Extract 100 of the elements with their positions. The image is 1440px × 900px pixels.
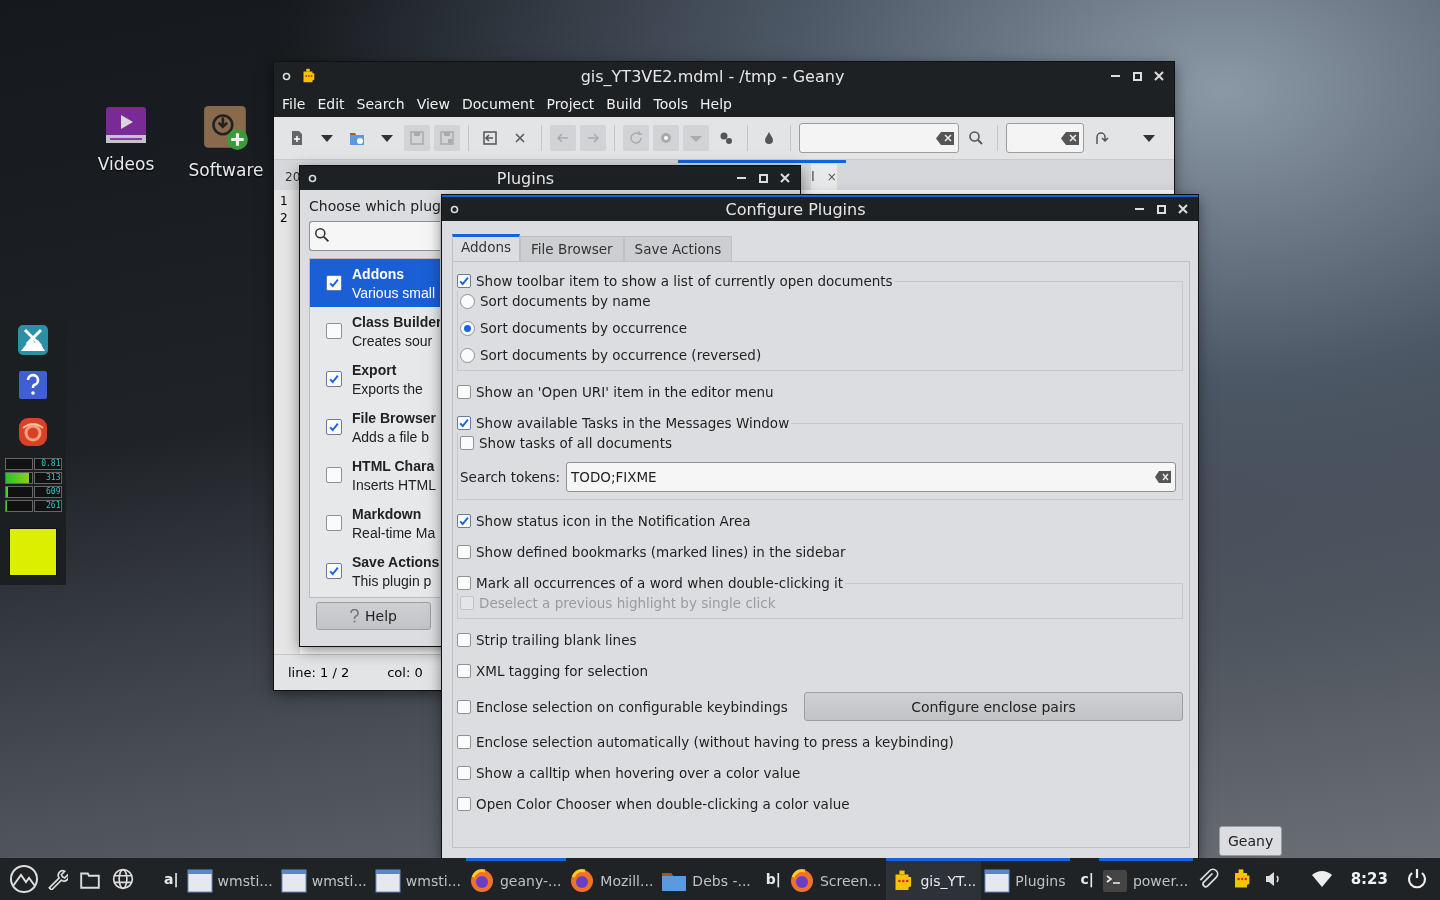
radio-button[interactable]: [460, 320, 475, 336]
plugin-row[interactable]: File Browser Adds a file b: [310, 403, 440, 451]
menu-item[interactable]: Project: [540, 95, 601, 112]
option-label[interactable]: XML tagging for selection: [476, 663, 649, 679]
document-tab[interactable]: l ×: [811, 164, 837, 190]
help-button[interactable]: Help: [316, 602, 431, 630]
clear-icon[interactable]: [936, 131, 954, 145]
taskbar-button[interactable]: Screen...: [785, 858, 887, 900]
configure-button[interactable]: Configure enclose pairs: [804, 692, 1183, 721]
option-label[interactable]: Sort documents by occurrence (reversed): [480, 347, 762, 363]
plugin-row[interactable]: Export Exports the: [310, 355, 440, 403]
menu-item[interactable]: Build: [600, 95, 648, 112]
caret-icon[interactable]: [381, 134, 393, 142]
menu-item[interactable]: Edit: [311, 95, 351, 112]
wifi-icon[interactable]: [1310, 869, 1333, 889]
taskbar-button[interactable]: wmsti...: [277, 858, 372, 900]
checkbox[interactable]: [326, 371, 342, 387]
taskbar-button[interactable]: wmsti...: [371, 858, 466, 900]
option-label[interactable]: Show a calltip when hovering over a color value: [476, 765, 801, 781]
video-player-icon[interactable]: [104, 104, 148, 146]
maximize-icon[interactable]: [1130, 69, 1144, 83]
menu-item[interactable]: Document: [455, 95, 541, 112]
taskbar-button[interactable]: power...: [1098, 858, 1194, 900]
window-menu-icon[interactable]: [282, 71, 291, 81]
checkbox[interactable]: [326, 419, 342, 435]
menu-item[interactable]: View: [410, 95, 456, 112]
revert-icon[interactable]: [482, 130, 498, 146]
option-label[interactable]: Sort documents by name: [480, 293, 651, 309]
close-icon[interactable]: [1176, 202, 1190, 216]
menu-item[interactable]: Tools: [647, 95, 694, 112]
checkbox[interactable]: [326, 515, 342, 531]
checkbox[interactable]: [326, 323, 342, 339]
taskbar-button[interactable]: Debs -...: [658, 858, 756, 900]
checkbox[interactable]: [326, 563, 342, 579]
option-label[interactable]: Mark all occurrences of a word when double-clicking it: [476, 575, 844, 591]
option-label[interactable]: Open Color Chooser when double-clicking a color value: [476, 796, 850, 812]
checkbox[interactable]: [457, 699, 471, 714]
taskbar-button[interactable]: gis_YT...: [886, 858, 982, 900]
checkbox[interactable]: [457, 416, 471, 430]
option-label[interactable]: Show status icon in the Notification Area: [476, 513, 751, 529]
close-icon[interactable]: [1152, 69, 1166, 83]
plugin-row[interactable]: HTML Chara Inserts HTML: [310, 451, 440, 499]
window-menu-icon[interactable]: [308, 173, 317, 183]
checkbox[interactable]: [457, 274, 471, 288]
desktop-icon-label[interactable]: Software: [188, 160, 264, 180]
checkbox[interactable]: [457, 664, 471, 678]
search-field[interactable]: [799, 123, 959, 153]
option-label[interactable]: Show an 'Open URI' item in the editor menu: [476, 384, 774, 400]
menu-item[interactable]: Search: [350, 95, 411, 112]
tab[interactable]: Addons: [452, 234, 520, 261]
checkbox[interactable]: [457, 385, 471, 399]
option-label[interactable]: Enclose selection on configurable keybindings: [476, 698, 788, 715]
sticky-note[interactable]: [9, 528, 57, 576]
search-icon[interactable]: [968, 130, 984, 146]
plugin-row[interactable]: Markdown Real-time Ma: [310, 499, 440, 547]
radio-button[interactable]: [460, 347, 475, 363]
option-label[interactable]: Show defined bookmarks (marked lines) in the sidebar: [476, 544, 846, 560]
checkbox[interactable]: [457, 545, 471, 559]
maximize-icon[interactable]: [1154, 202, 1168, 216]
option-label[interactable]: Show tasks of all documents: [479, 435, 672, 451]
workspace-label[interactable]: b|: [755, 871, 786, 887]
menu-item[interactable]: File: [276, 95, 312, 112]
checkbox[interactable]: [326, 467, 342, 483]
download-package-icon[interactable]: [202, 104, 250, 152]
checkbox[interactable]: [457, 735, 471, 749]
checkbox[interactable]: [460, 436, 474, 450]
clear-icon[interactable]: [1061, 131, 1079, 145]
menu-item[interactable]: Help: [694, 95, 738, 112]
checkbox[interactable]: [457, 514, 471, 528]
plugin-row[interactable]: Addons Various small: [310, 259, 440, 307]
taskbar-button[interactable]: wmsti...: [183, 858, 278, 900]
option-label[interactable]: Show available Tasks in the Messages Window: [476, 415, 790, 431]
checkbox[interactable]: [457, 576, 471, 590]
search-field[interactable]: [309, 221, 440, 251]
caret-icon[interactable]: [1143, 134, 1155, 142]
option-label[interactable]: Show toolbar item to show a list of currently open documents: [476, 273, 893, 289]
jump-icon[interactable]: [1093, 130, 1109, 146]
option-label[interactable]: Enclose selection automatically (without having to press a keybinding): [476, 734, 954, 750]
taskbar-button[interactable]: geany-...: [465, 858, 567, 900]
line-number-field[interactable]: [1006, 123, 1084, 153]
wrench-icon[interactable]: [46, 868, 68, 890]
checkbox[interactable]: [457, 633, 471, 647]
caret-icon[interactable]: [321, 134, 333, 142]
new-file-icon[interactable]: [289, 130, 305, 146]
taskbar-button[interactable]: Plugins: [981, 858, 1071, 900]
option-label[interactable]: Strip trailing blank lines: [476, 632, 637, 648]
tokens-field[interactable]: TODO;FIXME: [566, 462, 1176, 492]
help-icon[interactable]: [17, 370, 49, 402]
power-icon[interactable]: [1406, 868, 1428, 890]
checkbox[interactable]: [326, 275, 342, 291]
taskbar-button[interactable]: Mozill...: [566, 858, 659, 900]
tools-icon[interactable]: [17, 324, 49, 356]
start-menu-icon[interactable]: [9, 864, 39, 894]
close-icon[interactable]: [778, 171, 792, 185]
document-tab[interactable]: 20: [285, 164, 301, 190]
workspace-label[interactable]: c|: [1070, 871, 1099, 887]
window-menu-icon[interactable]: [450, 204, 459, 214]
tab[interactable]: Save Actions: [623, 236, 733, 261]
option-label[interactable]: Sort documents by occurrence: [480, 320, 688, 336]
radio-button[interactable]: [460, 293, 475, 309]
